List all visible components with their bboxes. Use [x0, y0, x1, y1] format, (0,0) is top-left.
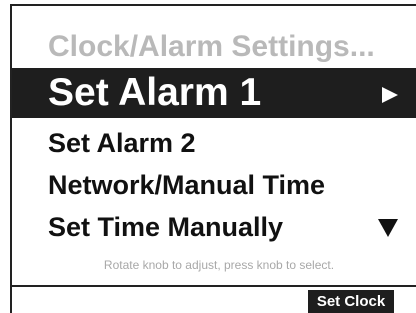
menu-item-label: Set Alarm 1 [48, 71, 262, 114]
menu-item-label: Set Alarm 2 [48, 128, 196, 158]
menu-item-network-manual-time[interactable]: Network/Manual Time [12, 164, 416, 206]
menu-item-label: Set Time Manually [48, 212, 284, 242]
screen-title: Clock/Alarm Settings... [48, 30, 375, 63]
help-hint: Rotate knob to adjust, press knob to sel… [103, 258, 335, 272]
menu-item-set-alarm-2[interactable]: Set Alarm 2 [12, 122, 416, 164]
set-clock-softkey[interactable]: Set Clock [308, 290, 394, 313]
clock-alarm-settings-screen: Clock/Alarm Settings... Set Alarm 1 Set … [0, 0, 416, 313]
top-divider [10, 4, 416, 6]
triangle-down-icon [378, 219, 398, 237]
bottom-divider [10, 285, 416, 287]
triangle-right-icon [382, 87, 398, 103]
menu-item-label: Network/Manual Time [48, 170, 326, 200]
menu-item-set-time-manually[interactable]: Set Time Manually [12, 206, 416, 248]
menu-item-set-alarm-1[interactable]: Set Alarm 1 [12, 68, 416, 118]
